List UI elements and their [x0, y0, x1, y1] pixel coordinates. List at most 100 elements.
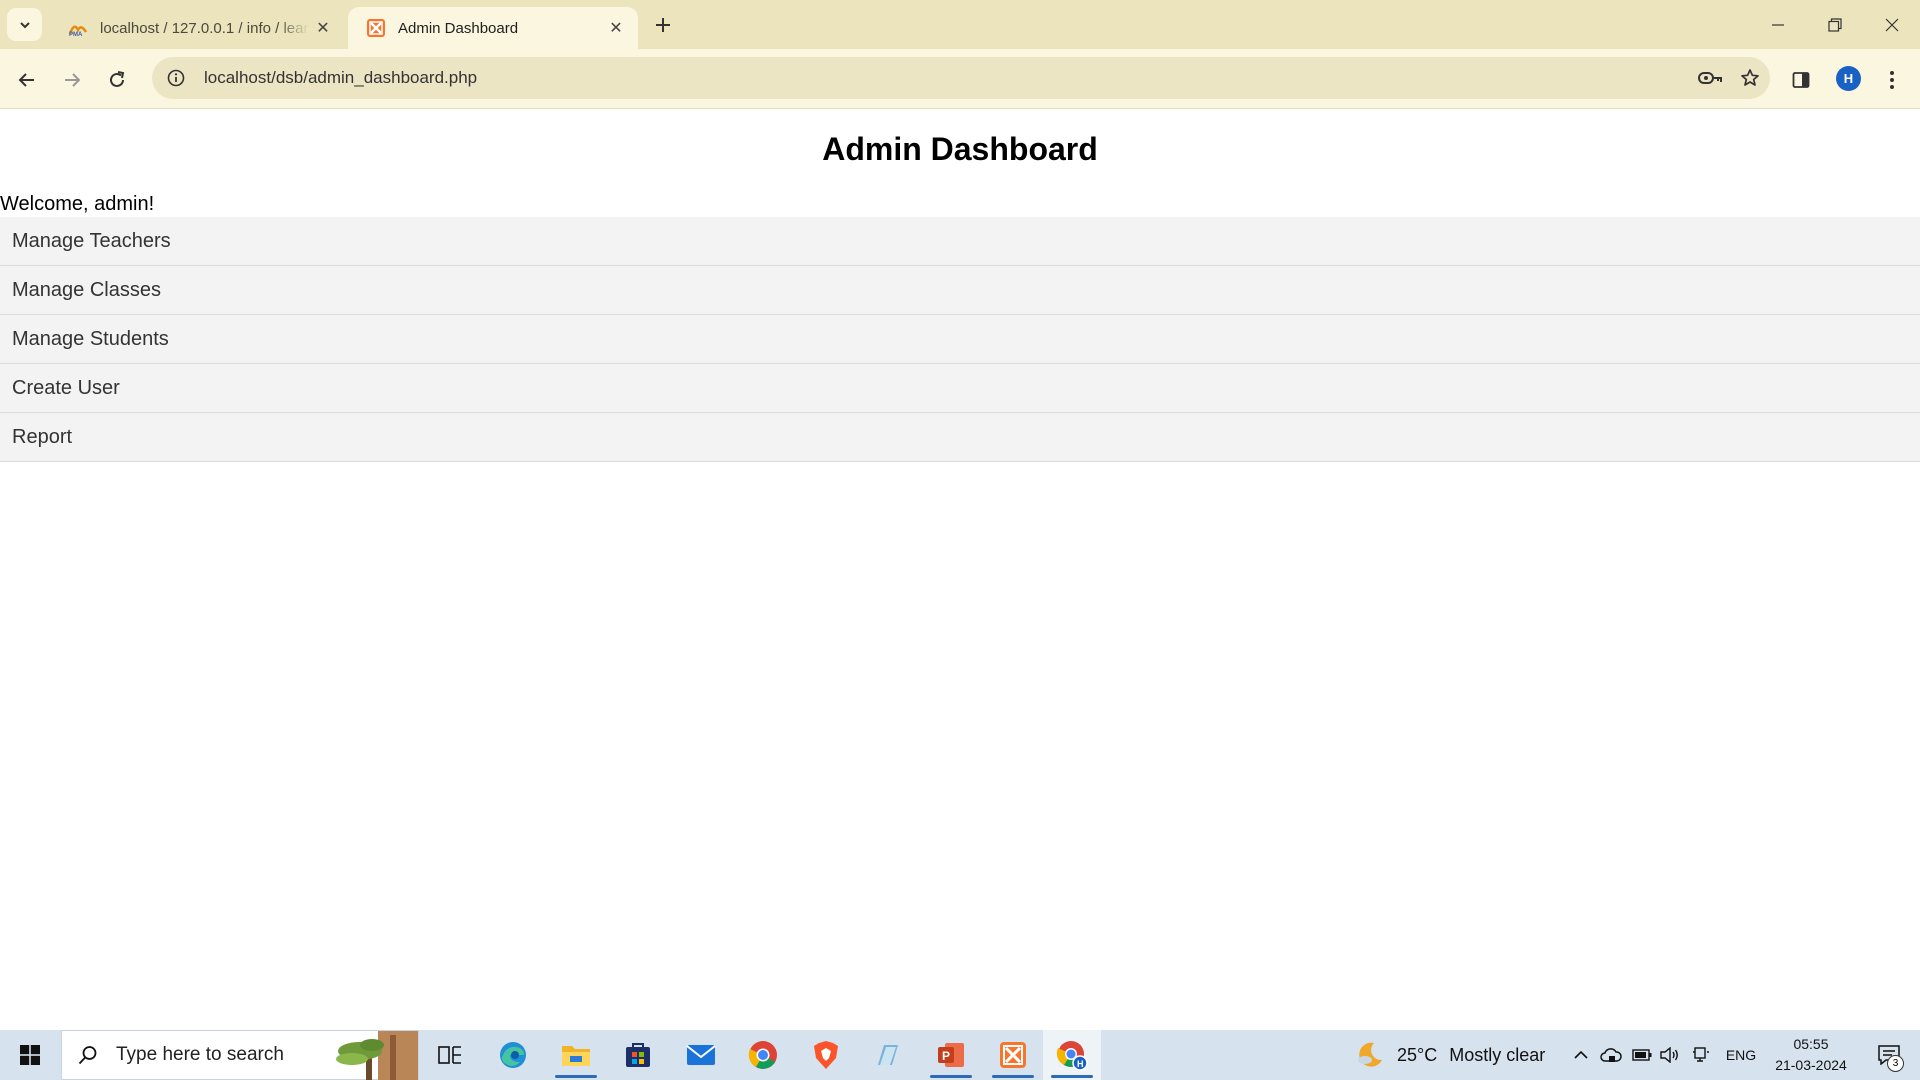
tab-phpmyadmin[interactable]: PMA localhost / 127.0.0.1 / info / learn… [50, 7, 345, 49]
file-explorer-app[interactable] [547, 1030, 605, 1080]
browser-toolbar: localhost/dsb/admin_dashboard.php H [0, 49, 1920, 109]
profile-avatar[interactable]: H [1836, 66, 1861, 91]
mail-app[interactable] [672, 1030, 730, 1080]
chrome-icon [748, 1041, 777, 1069]
forward-arrow-icon [65, 73, 81, 87]
tab-search-button[interactable] [7, 8, 42, 41]
restore-icon [1827, 17, 1842, 32]
start-button[interactable] [0, 1030, 60, 1080]
more-vertical-icon [1890, 71, 1894, 89]
menu-link[interactable]: Report [12, 426, 72, 449]
edge-app[interactable] [484, 1030, 542, 1080]
new-tab-button[interactable] [648, 10, 678, 40]
weather-condition: Mostly clear [1449, 1044, 1546, 1065]
back-arrow-icon [18, 73, 34, 87]
network-cloud-icon [1600, 1048, 1622, 1062]
close-icon [1885, 18, 1898, 31]
brave-icon [814, 1041, 838, 1069]
powerpoint-icon: P [938, 1043, 964, 1067]
taskbar-search[interactable]: Type here to search [61, 1030, 419, 1080]
chrome-profile-app[interactable]: H [1043, 1030, 1101, 1080]
speaker-icon [1660, 1047, 1678, 1063]
clock-date: 21-03-2024 [1775, 1057, 1847, 1073]
display-button[interactable] [1687, 1030, 1715, 1080]
taskbar: Type here to search P H 25°C Mostly clea… [0, 1030, 1920, 1080]
windows-logo-icon [20, 1045, 40, 1065]
powerpoint-app[interactable]: P [922, 1030, 980, 1080]
reload-button[interactable] [100, 63, 134, 97]
brave-app[interactable] [797, 1030, 855, 1080]
menu-item-create-user[interactable]: Create User [0, 364, 1920, 413]
bookmark-star-icon[interactable] [1730, 57, 1770, 99]
monitor-icon [1693, 1047, 1709, 1062]
volume-button[interactable] [1656, 1030, 1684, 1080]
minimize-button[interactable] [1749, 0, 1806, 49]
close-icon[interactable]: ✕ [602, 14, 630, 42]
weather-widget[interactable]: 25°C Mostly clear [1355, 1030, 1545, 1080]
menu-item-report[interactable]: Report [0, 413, 1920, 462]
xampp-icon [1000, 1042, 1026, 1068]
menu-link[interactable]: Manage Teachers [12, 230, 171, 253]
xampp-app[interactable] [984, 1030, 1042, 1080]
show-hidden-icons-button[interactable] [1570, 1030, 1592, 1080]
task-view-button[interactable] [421, 1030, 479, 1080]
close-window-button[interactable] [1863, 0, 1920, 49]
browser-menu-button[interactable] [1875, 63, 1909, 97]
tab-title: localhost / 127.0.0.1 / info / learning [100, 19, 309, 37]
browser-tabstrip: PMA localhost / 127.0.0.1 / info / learn… [0, 0, 1920, 49]
chevron-up-icon [1574, 1050, 1588, 1059]
chevron-down-icon [19, 21, 30, 28]
search-icon [78, 1046, 97, 1065]
tab-admin-dashboard[interactable]: Admin Dashboard ✕ [348, 7, 638, 49]
notification-center-button[interactable]: 3 [1864, 1030, 1914, 1080]
menu-item-manage-teachers[interactable]: Manage Teachers [0, 217, 1920, 266]
svg-text:PMA: PMA [69, 32, 83, 36]
notepad-icon [878, 1045, 898, 1065]
menu-link[interactable]: Create User [12, 377, 120, 400]
chrome-app[interactable] [734, 1030, 792, 1080]
welcome-message: Welcome, admin! [0, 193, 155, 215]
url-text[interactable]: localhost/dsb/admin_dashboard.php [204, 68, 1690, 88]
admin-menu: Manage Teachers Manage Classes Manage St… [0, 217, 1920, 462]
task-view-icon [438, 1046, 461, 1064]
file-explorer-icon [562, 1046, 590, 1066]
side-panel-button[interactable] [1784, 63, 1818, 97]
svg-text:H: H [1077, 1059, 1084, 1069]
page-content: Admin Dashboard Welcome, admin! Manage T… [0, 109, 1920, 1030]
input-language[interactable]: ENG [1720, 1030, 1762, 1080]
password-key-icon[interactable] [1690, 57, 1730, 99]
site-info-icon[interactable] [156, 57, 196, 99]
search-highlight-tree-icon [336, 1031, 418, 1080]
weather-temperature: 25°C [1397, 1044, 1438, 1065]
forward-button[interactable] [55, 63, 89, 97]
plus-icon [656, 18, 670, 32]
back-button[interactable] [10, 63, 44, 97]
chrome-profile-icon: H [1056, 1041, 1088, 1071]
window-controls [1749, 0, 1920, 49]
tab-title: Admin Dashboard [398, 19, 519, 37]
xampp-icon [366, 18, 386, 38]
clock-time: 05:55 [1793, 1036, 1829, 1052]
side-panel-icon [1792, 72, 1810, 88]
menu-item-manage-students[interactable]: Manage Students [0, 315, 1920, 364]
notepad-app[interactable] [859, 1030, 917, 1080]
onedrive-button[interactable] [1597, 1030, 1625, 1080]
restore-button[interactable] [1806, 0, 1863, 49]
notification-count-badge: 3 [1887, 1055, 1904, 1072]
reload-icon [110, 71, 125, 87]
battery-button[interactable] [1628, 1030, 1656, 1080]
edge-icon [500, 1042, 526, 1068]
search-placeholder: Type here to search [116, 1044, 284, 1065]
phpmyadmin-icon: PMA [68, 18, 88, 38]
menu-item-manage-classes[interactable]: Manage Classes [0, 266, 1920, 315]
moon-cloud-icon [1358, 1042, 1382, 1067]
store-app[interactable] [609, 1030, 667, 1080]
system-clock[interactable]: 05:55 21-03-2024 [1766, 1034, 1856, 1076]
page-title: Admin Dashboard [822, 131, 1098, 167]
battery-icon [1632, 1049, 1652, 1061]
address-bar[interactable]: localhost/dsb/admin_dashboard.php [152, 57, 1770, 99]
svg-text:P: P [942, 1049, 950, 1063]
menu-link[interactable]: Manage Students [12, 328, 169, 351]
close-icon[interactable]: ✕ [309, 14, 337, 42]
menu-link[interactable]: Manage Classes [12, 279, 161, 302]
